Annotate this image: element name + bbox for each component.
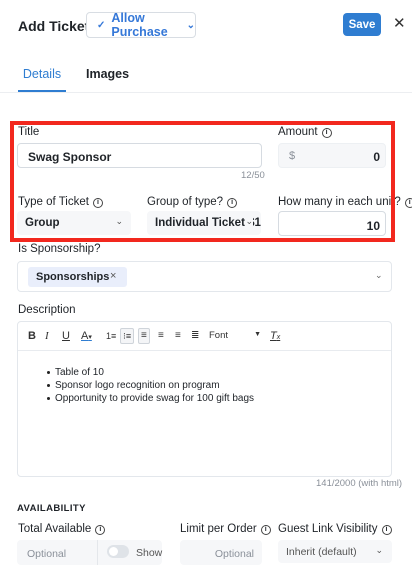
title-char-counter: 12/50 [241, 170, 265, 181]
dialog-header: Add Ticket ✓ Allow Purchase ⌄ Save ✕ [0, 0, 412, 52]
font-dropdown-label: Font [209, 330, 229, 341]
chevron-down-icon: ⌄ [245, 216, 253, 227]
sponsorship-tag-label: Sponsorships [36, 271, 110, 283]
align-left-icon[interactable]: ≡ [138, 328, 150, 344]
field-divider [97, 540, 98, 565]
type-of-ticket-select[interactable]: Group ⌄ [17, 211, 131, 235]
group-of-type-label-text: Group of type? [147, 196, 224, 208]
list-item: Sponsor logo recognition on program [38, 379, 254, 392]
info-icon[interactable]: i [381, 524, 392, 535]
guest-link-visibility-value: Inherit (default) [286, 546, 357, 558]
guest-link-visibility-select[interactable]: Inherit (default) ⌄ [278, 540, 392, 563]
units-value: 10 [366, 219, 380, 233]
limit-per-order-label: Limit per Order i [180, 523, 271, 535]
chevron-down-icon: ⌄ [186, 19, 195, 31]
group-of-type-label: Group of type? i [147, 196, 238, 208]
editor-toolbar: B I U A▾ 1≡ ⁝≡ ≡ ≡ ≡ ≣ Font ▼ Tx [18, 322, 391, 351]
units-label-text: How many in each unit? [278, 196, 401, 208]
amount-input[interactable]: $ 0 [278, 143, 386, 168]
title-label: Title [18, 126, 40, 138]
info-icon[interactable]: i [227, 197, 238, 208]
show-toggle[interactable] [107, 545, 129, 558]
description-editor[interactable]: B I U A▾ 1≡ ⁝≡ ≡ ≡ ≡ ≣ Font ▼ Tx Table o… [17, 321, 392, 477]
close-icon[interactable]: ✕ [393, 16, 406, 32]
clear-format-icon[interactable]: Tx [270, 330, 280, 344]
group-of-type-select[interactable]: Individual Ticket $100 ⌄ [147, 211, 261, 235]
description-label: Description [18, 304, 76, 316]
align-right-icon[interactable]: ≡ [158, 330, 164, 342]
guest-link-visibility-label-text: Guest Link Visibility [278, 523, 378, 535]
availability-heading: AVAILABILITY [17, 503, 86, 514]
tab-details[interactable]: Details [18, 62, 66, 92]
bullet-list-icon[interactable]: ⁝≡ [120, 328, 135, 344]
info-icon[interactable]: i [321, 127, 332, 138]
align-center-icon[interactable]: ≡ [175, 330, 181, 342]
dialog-title: Add Ticket [18, 18, 90, 34]
units-input[interactable]: 10 [278, 211, 386, 236]
limit-per-order-label-text: Limit per Order [180, 523, 257, 535]
check-icon: ✓ [97, 19, 106, 31]
info-icon[interactable]: i [92, 197, 103, 208]
amount-value: 0 [373, 150, 380, 164]
total-available-placeholder: Optional [27, 548, 67, 560]
amount-label-text: Amount [278, 126, 318, 138]
save-button[interactable]: Save [343, 13, 381, 36]
allow-purchase-label: Allow Purchase [111, 11, 168, 39]
guest-link-visibility-label: Guest Link Visibility i [278, 523, 392, 535]
tab-bar: Details Images [18, 62, 149, 92]
chevron-down-icon: ⌄ [115, 216, 123, 226]
currency-symbol: $ [289, 150, 296, 162]
limit-per-order-input[interactable]: Optional [180, 540, 262, 565]
tab-images[interactable]: Images [86, 62, 129, 92]
type-of-ticket-label-text: Type of Ticket [18, 196, 89, 208]
caret-down-icon: ▼ [254, 331, 261, 338]
info-icon[interactable]: i [95, 524, 106, 535]
list-item: Opportunity to provide swag for 100 gift… [38, 392, 254, 405]
chevron-down-icon: ⌄ [375, 545, 383, 555]
sponsorship-multiselect[interactable]: Sponsorships × ⌄ [17, 261, 392, 292]
info-icon[interactable]: i [404, 197, 412, 208]
is-sponsorship-label: Is Sponsorship? [18, 243, 101, 255]
type-of-ticket-label: Type of Ticket i [18, 196, 103, 208]
info-icon[interactable]: i [260, 524, 271, 535]
limit-per-order-placeholder: Optional [214, 548, 254, 560]
align-justify-icon[interactable]: ≣ [191, 330, 199, 342]
description-char-count: 141/2000 (with html) [316, 478, 403, 489]
chevron-down-icon[interactable]: ⌄ [375, 270, 383, 281]
ordered-list-icon[interactable]: 1≡ [106, 330, 116, 342]
underline-icon[interactable]: U [62, 330, 70, 342]
allow-purchase-dropdown[interactable]: ✓ Allow Purchase ⌄ [86, 11, 196, 39]
amount-label: Amount i [278, 126, 332, 138]
total-available-label: Total Available i [18, 523, 106, 535]
list-item: Table of 10 [38, 366, 254, 379]
remove-tag-icon[interactable]: × [110, 270, 116, 282]
show-toggle-label: Show [136, 547, 163, 559]
total-available-input[interactable]: Optional Show [17, 540, 162, 565]
total-available-label-text: Total Available [18, 523, 92, 535]
title-input[interactable]: Swag Sponsor [17, 143, 262, 168]
font-dropdown[interactable]: Font ▼ [209, 330, 261, 341]
sponsorship-tag: Sponsorships × [28, 267, 127, 287]
description-content[interactable]: Table of 10 Sponsor logo recognition on … [38, 366, 254, 405]
text-color-icon[interactable]: A▾ [81, 330, 92, 344]
bold-icon[interactable]: B [28, 330, 36, 342]
units-label: How many in each unit? i [278, 196, 412, 208]
type-of-ticket-value: Group [25, 217, 60, 229]
tab-divider [0, 92, 412, 93]
italic-icon[interactable]: I [45, 330, 49, 342]
